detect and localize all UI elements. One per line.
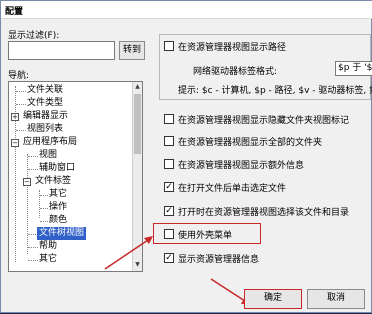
- cancel-button[interactable]: 取消: [307, 289, 365, 309]
- annotation-arrow: [104, 236, 250, 304]
- ok-button[interactable]: 确定: [244, 289, 302, 309]
- configuration-dialog: 配置 显示过滤(F): 转到 导航: 文件关联 文件类型 + 编辑器显示 视图列…: [0, 0, 372, 313]
